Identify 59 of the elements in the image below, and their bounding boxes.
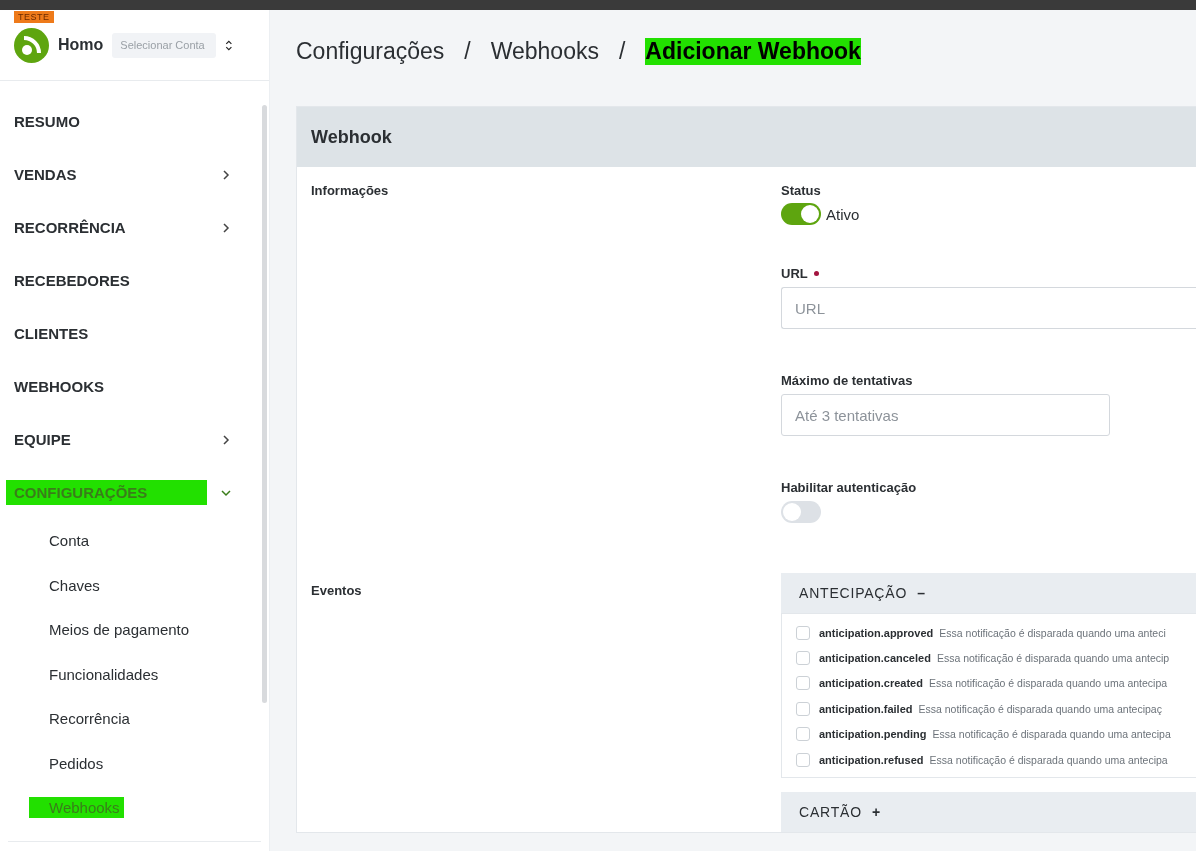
sidebar-item[interactable]: VENDAS (0, 148, 269, 201)
event-description: Essa notificação é disparada quando uma antecipa (932, 728, 1171, 741)
chevron-right-icon (221, 222, 231, 233)
card-header: Webhook (297, 107, 1196, 167)
scrollbar[interactable] (262, 105, 267, 703)
chevron-right-icon (221, 169, 231, 180)
accordion-header[interactable]: CARTÃO + (781, 792, 1196, 833)
accordion-header[interactable]: ANTECIPAÇÃO – (781, 573, 1196, 614)
submenu-item[interactable]: Pedidos (0, 741, 269, 786)
submenu-item[interactable]: Meios de pagamento (0, 608, 269, 653)
section-label: Informações (311, 182, 390, 198)
submenu-item[interactable]: Recorrência (0, 697, 269, 742)
checkbox[interactable] (796, 625, 810, 640)
event-description: Essa notificação é disparada quando uma anteci (939, 626, 1166, 639)
submenu-item[interactable]: Funcionalidades (0, 652, 269, 697)
toggle-switch[interactable] (781, 501, 821, 523)
event-name: anticipation.canceled (819, 652, 931, 665)
sidebar-item[interactable]: CLIENTES (0, 307, 269, 360)
chevron-right-icon (221, 434, 231, 445)
field-label: Status (781, 183, 822, 198)
chevron-down-icon (221, 487, 231, 498)
field-label: URL (781, 266, 808, 281)
checkbox[interactable] (796, 676, 810, 691)
logo-icon (14, 27, 49, 63)
breadcrumb-link[interactable]: Webhooks (490, 37, 599, 65)
toggle-label: Ativo (826, 205, 860, 223)
event-name: anticipation.pending (819, 728, 927, 741)
submenu-item[interactable]: Conta (0, 519, 269, 564)
event-description: Essa notificação é disparada quando uma antecip (936, 652, 1170, 665)
event-name: anticipation.created (819, 677, 923, 690)
checkbox[interactable] (796, 752, 810, 767)
event-description: Essa notificação é disparada quando uma antecipa (929, 753, 1168, 766)
breadcrumb-separator: / (618, 37, 626, 65)
sidebar-item[interactable]: RECEBEDORES (0, 254, 269, 307)
page-title: Adicionar Webhook (645, 37, 861, 65)
field-label: Máximo de tentativas (781, 373, 914, 388)
event-name: anticipation.failed (819, 702, 913, 715)
url-field[interactable]: URL (781, 287, 1196, 329)
sidebar-item[interactable]: EQUIPE (0, 413, 269, 466)
checkbox[interactable] (796, 651, 810, 666)
event-name: anticipation.approved (819, 626, 934, 639)
checkbox[interactable] (796, 727, 810, 742)
environment-badge: TESTE (14, 11, 54, 23)
event-name: anticipation.refused (819, 753, 924, 766)
submenu-item[interactable]: Chaves (0, 563, 269, 608)
checkbox[interactable] (796, 701, 810, 716)
breadcrumb-link[interactable]: Configurações (296, 37, 445, 65)
sidebar-item[interactable]: RECORRÊNCIA (0, 201, 269, 254)
account-select-field[interactable]: Selecionar Conta (112, 32, 217, 58)
field-label: Habilitar autenticação (781, 480, 918, 495)
event-description: Essa notificação é disparada quando uma antecipa (928, 677, 1168, 690)
section-label: Eventos (311, 583, 363, 598)
account-name: Homo (58, 36, 104, 54)
attempts-field[interactable]: Até 3 tentativas (781, 394, 1110, 436)
sidebar-item[interactable]: WEBHOOKS (0, 360, 269, 413)
sidebar-item[interactable]: RESUMO (0, 95, 269, 148)
toggle-switch[interactable] (781, 203, 821, 225)
event-description: Essa notificação é disparada quando uma antecipaç (918, 702, 1162, 715)
breadcrumb-separator: / (464, 37, 471, 65)
